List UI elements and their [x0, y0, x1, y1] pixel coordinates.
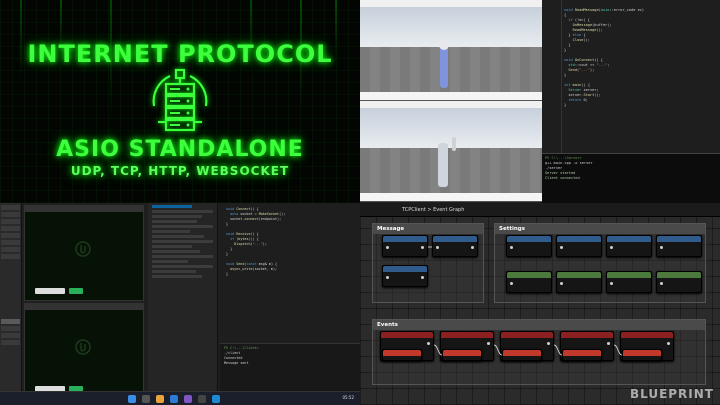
viewport-titlebar [360, 101, 542, 108]
ue-logo-icon [75, 241, 91, 257]
game-window-titlebar [25, 206, 143, 212]
game-window-titlebar [25, 304, 143, 310]
player-pawn [438, 143, 448, 187]
viewport-titlebar [360, 0, 542, 7]
ue-and-ide-panel: void Connect() { auto socket = MakeSocke… [0, 203, 360, 405]
browser-icon[interactable] [170, 395, 178, 403]
start-icon[interactable] [128, 395, 136, 403]
blueprint-watermark: BLUEPRINT [629, 387, 714, 401]
vscode-icon[interactable] [212, 395, 220, 403]
viewport-statusbar [360, 193, 542, 201]
banner-panel: INTERNET PROTOCOL ASIO STANDALONE UDP, T… [0, 0, 360, 203]
unreal-icon[interactable] [198, 395, 206, 403]
viewport-floor [360, 47, 542, 92]
banner-subtitle: ASIO STANDALONE [56, 137, 304, 162]
viewport-sky [360, 7, 542, 47]
banner-protocols: UDP, TCP, HTTP, WEBSOCKET [70, 164, 290, 178]
node-wires [428, 246, 623, 356]
server-stack-icon [152, 68, 208, 132]
blueprint-toolbar: TCPClient > Event Graph [360, 203, 720, 217]
game-viewport-client-2[interactable] [360, 101, 542, 202]
ue-logo-icon [75, 339, 91, 355]
ide-window[interactable]: void Connect() { auto socket = MakeSocke… [148, 203, 360, 391]
game-window-2[interactable] [24, 303, 144, 399]
editor-and-viewports-panel: void ReadMessage(asio::error_code ec) { … [360, 0, 720, 203]
taskbar: 05:52 [0, 391, 360, 405]
other-pawn [452, 137, 456, 151]
event-graph-canvas[interactable]: Message Settings Events BLUEPRINT [360, 217, 720, 405]
banner-title: INTERNET PROTOCOL [27, 40, 333, 68]
blueprint-panel: TCPClient > Event Graph Message Settings [360, 203, 720, 405]
game-viewport-client-1[interactable] [360, 0, 542, 101]
viewport-floor [360, 148, 542, 193]
terminal-panel[interactable]: PS C:\...\Server> g++ main.cpp -o server… [542, 153, 720, 203]
folder-icon[interactable] [156, 395, 164, 403]
send-button[interactable] [69, 288, 83, 294]
viewport-statusbar [360, 92, 542, 100]
code-editor[interactable]: void Connect() { auto socket = MakeSocke… [220, 207, 360, 341]
file-explorer[interactable] [148, 203, 218, 391]
player-pawn-head [439, 40, 449, 50]
player-pawn [440, 44, 448, 88]
taskbar-clock: 05:52 [342, 395, 354, 400]
connect-button[interactable] [35, 288, 65, 294]
ide-icon[interactable] [184, 395, 192, 403]
search-icon[interactable] [142, 395, 150, 403]
game-window-1[interactable] [24, 205, 144, 301]
blueprint-breadcrumb[interactable]: TCPClient > Event Graph [402, 207, 464, 213]
terminal-panel[interactable]: PS C:\...\Client> ./client Connected Mes… [220, 343, 360, 391]
ue-outliner-sidebar[interactable] [0, 203, 22, 405]
viewport-sky [360, 108, 542, 148]
